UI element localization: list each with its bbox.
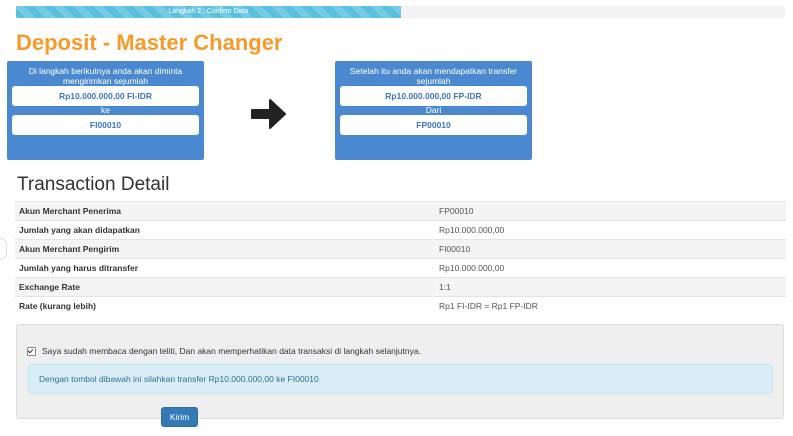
receive-account: FP00010 [340,115,527,135]
row-label: Rate (kurang lebih) [15,296,435,315]
progress-fill: Langkah 2 : Confirm Data [16,6,401,18]
agreement-text: Saya sudah membaca dengan teliti, Dan ak… [42,346,421,356]
table-row: Jumlah yang akan didapatkan Rp10.000.000… [15,220,786,240]
table-row: Akun Merchant Pengirim FI00010 [15,239,786,259]
info-message: Dengan tombol dibawah ini silahkan trans… [39,374,319,384]
row-label: Jumlah yang akan didapatkan [15,220,435,240]
row-value: FP00010 [435,201,786,221]
row-value: 1:1 [435,277,786,297]
row-label: Akun Merchant Pengirim [15,239,435,259]
row-value: Rp1 FI-IDR = Rp1 FP-IDR [435,296,786,315]
table-row: Exchange Rate 1:1 [15,277,786,297]
checkbox-checked-icon[interactable] [27,346,36,356]
send-message: Di langkah berikutnya anda akan diminta … [28,66,183,86]
page-title: Deposit - Master Changer [16,30,283,55]
side-tab[interactable] [0,238,7,260]
row-value: Rp10.000.000,00 [435,220,786,240]
row-label: Akun Merchant Penerima [15,201,435,221]
send-info-box: Di langkah berikutnya anda akan diminta … [7,61,204,160]
send-amount: Rp10.000.000,00 FI-IDR [12,86,199,106]
info-alert: Dengan tombol dibawah ini silahkan trans… [28,364,773,394]
table-row: Jumlah yang harus ditransfer Rp10.000.00… [15,258,786,278]
receive-info-box: Setelah itu anda akan mendapatkan transf… [335,61,532,160]
receive-message: Setelah itu anda akan mendapatkan transf… [349,66,518,86]
arrow-right-icon [248,94,288,139]
confirmation-panel: Saya sudah membaca dengan teliti, Dan ak… [16,324,784,419]
row-label: Jumlah yang harus ditransfer [15,258,435,278]
progress-bar: Langkah 2 : Confirm Data [16,6,785,18]
row-value: FI00010 [435,239,786,259]
table-row: Rate (kurang lebih) Rp1 FI-IDR = Rp1 FP-… [15,296,786,315]
send-account: FI00010 [12,115,199,135]
row-value: Rp10.000.000,00 [435,258,786,278]
submit-button[interactable]: Kirim [161,407,198,427]
agreement-checkbox-row[interactable]: Saya sudah membaca dengan teliti, Dan ak… [27,346,421,356]
receive-separator: Dari [425,105,442,115]
row-label: Exchange Rate [15,277,435,297]
send-separator: ke [101,105,110,115]
receive-amount: Rp10.000.000,00 FP-IDR [340,86,527,106]
table-row: Akun Merchant Penerima FP00010 [15,201,786,221]
transaction-detail-table: Akun Merchant Penerima FP00010 Jumlah ya… [15,201,786,315]
transaction-detail-title: Transaction Detail [17,174,170,195]
